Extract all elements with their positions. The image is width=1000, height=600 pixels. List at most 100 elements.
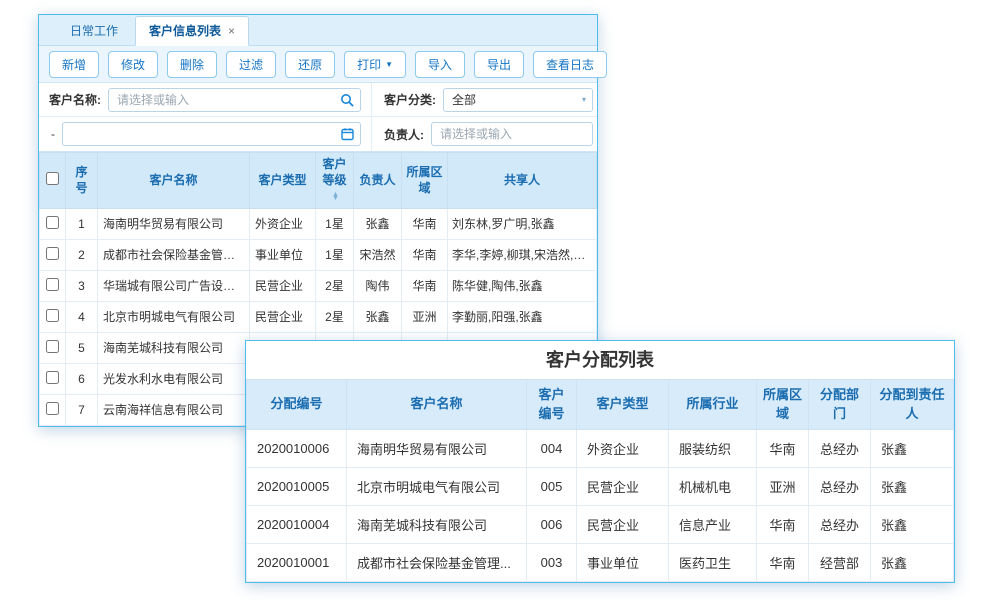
table-row[interactable]: 2 成都市社会保险基金管理... 事业单位 1星 宋浩然 华南 李华,李婷,柳琪… bbox=[40, 239, 597, 270]
header-region[interactable]: 所属区域 bbox=[402, 153, 448, 209]
cell-customer-type: 外资企业 bbox=[577, 430, 669, 468]
table-row[interactable]: 2020010004 海南芜城科技有限公司 006 民营企业 信息产业 华南 总… bbox=[247, 506, 954, 544]
cell-customer-name[interactable]: 海南芜城科技有限公司 bbox=[347, 506, 527, 544]
cell-customer-name[interactable]: 成都市社会保险基金管理... bbox=[347, 544, 527, 582]
chevron-down-icon: ▾ bbox=[582, 95, 586, 104]
header-region[interactable]: 所属区域 bbox=[757, 380, 809, 430]
cell-owner[interactable]: 张鑫 bbox=[354, 301, 402, 332]
row-checkbox[interactable] bbox=[46, 216, 59, 229]
cell-owner[interactable]: 张鑫 bbox=[354, 208, 402, 239]
cell-customer-type: 民营企业 bbox=[250, 270, 316, 301]
filter-button[interactable]: 过滤 bbox=[226, 51, 276, 78]
cell-customer-name[interactable]: 海南明华贸易有限公司 bbox=[347, 430, 527, 468]
select-all-checkbox[interactable] bbox=[46, 172, 59, 185]
table-row[interactable]: 4 北京市明城电气有限公司 民营企业 2星 张鑫 亚洲 李勤丽,阳强,张鑫 bbox=[40, 301, 597, 332]
header-customer-name[interactable]: 客户名称 bbox=[98, 153, 250, 209]
cell-customer-type: 民营企业 bbox=[250, 301, 316, 332]
date-input-wrap bbox=[62, 122, 361, 146]
row-checkbox[interactable] bbox=[46, 247, 59, 260]
header-industry[interactable]: 所属行业 bbox=[669, 380, 757, 430]
view-log-button[interactable]: 查看日志 bbox=[533, 51, 607, 78]
header-customer-name[interactable]: 客户名称 bbox=[347, 380, 527, 430]
table-row[interactable]: 3 华瑞城有限公司广告设计部 民营企业 2星 陶伟 华南 陈华健,陶伟,张鑫 bbox=[40, 270, 597, 301]
cell-customer-name[interactable]: 北京市明城电气有限公司 bbox=[347, 468, 527, 506]
search-icon[interactable] bbox=[340, 93, 354, 107]
cell-owner[interactable]: 陶伟 bbox=[354, 270, 402, 301]
cell-region: 亚洲 bbox=[757, 468, 809, 506]
header-customer-no[interactable]: 客户编号 bbox=[527, 380, 577, 430]
header-shared[interactable]: 共享人 bbox=[448, 153, 597, 209]
cell-alloc-no[interactable]: 2020010001 bbox=[247, 544, 347, 582]
table-header-row: 分配编号 客户名称 客户编号 客户类型 所属行业 所属区域 分配部门 分配到责任… bbox=[247, 380, 954, 430]
header-owner[interactable]: 负责人 bbox=[354, 153, 402, 209]
row-checkbox[interactable] bbox=[46, 371, 59, 384]
header-customer-level[interactable]: 客户等级 ▲▼ bbox=[316, 153, 354, 209]
customer-name-label: 客户名称: bbox=[49, 91, 101, 108]
cell-customer-level: 2星 bbox=[316, 270, 354, 301]
add-button[interactable]: 新增 bbox=[49, 51, 99, 78]
header-customer-type[interactable]: 客户类型 bbox=[577, 380, 669, 430]
cell-assignee[interactable]: 张鑫 bbox=[871, 506, 954, 544]
header-customer-type[interactable]: 客户类型 bbox=[250, 153, 316, 209]
cell-seq: 1 bbox=[66, 208, 98, 239]
tab-bar: 日常工作 客户信息列表 × bbox=[39, 15, 597, 46]
table-row[interactable]: 2020010006 海南明华贸易有限公司 004 外资企业 服装纺织 华南 总… bbox=[247, 430, 954, 468]
print-button[interactable]: 打印 ▼ bbox=[344, 51, 406, 78]
cell-customer-name[interactable]: 云南海祥信息有限公司 bbox=[98, 394, 250, 425]
row-checkbox[interactable] bbox=[46, 402, 59, 415]
cell-assignee[interactable]: 张鑫 bbox=[871, 430, 954, 468]
customer-name-input[interactable] bbox=[117, 93, 334, 107]
row-checkbox[interactable] bbox=[46, 340, 59, 353]
cell-alloc-no[interactable]: 2020010006 bbox=[247, 430, 347, 468]
tab-label: 日常工作 bbox=[70, 24, 118, 38]
header-dept[interactable]: 分配部门 bbox=[809, 380, 871, 430]
cell-shared: 李勤丽,阳强,张鑫 bbox=[448, 301, 597, 332]
export-button[interactable]: 导出 bbox=[474, 51, 524, 78]
cell-customer-name[interactable]: 光发水利水电有限公司 bbox=[98, 363, 250, 394]
calendar-icon[interactable] bbox=[341, 128, 354, 141]
header-alloc-no[interactable]: 分配编号 bbox=[247, 380, 347, 430]
delete-button[interactable]: 删除 bbox=[167, 51, 217, 78]
cell-assignee[interactable]: 张鑫 bbox=[871, 468, 954, 506]
header-seq[interactable]: 序号 bbox=[66, 153, 98, 209]
cell-industry: 服装纺织 bbox=[669, 430, 757, 468]
sort-icon[interactable]: ▲▼ bbox=[332, 193, 339, 201]
import-button[interactable]: 导入 bbox=[415, 51, 465, 78]
header-assignee[interactable]: 分配到责任人 bbox=[871, 380, 954, 430]
customer-allocation-panel: 客户分配列表 分配编号 客户名称 客户编号 客户类型 所属行业 所属区域 分配部… bbox=[245, 340, 955, 583]
cell-customer-level: 2星 bbox=[316, 301, 354, 332]
cell-shared: 李华,李婷,柳琪,宋浩然,张鑫 bbox=[448, 239, 597, 270]
cell-customer-type: 事业单位 bbox=[577, 544, 669, 582]
cell-customer-name[interactable]: 海南明华贸易有限公司 bbox=[98, 208, 250, 239]
tab-customer-info-list[interactable]: 客户信息列表 × bbox=[135, 16, 249, 46]
table-row[interactable]: 2020010005 北京市明城电气有限公司 005 民营企业 机械机电 亚洲 … bbox=[247, 468, 954, 506]
cell-seq: 7 bbox=[66, 394, 98, 425]
modify-button[interactable]: 修改 bbox=[108, 51, 158, 78]
owner-input[interactable] bbox=[440, 127, 566, 141]
toolbar: 新增 修改 删除 过滤 还原 打印 ▼ 导入 导出 查看日志 bbox=[39, 46, 597, 83]
cell-alloc-no[interactable]: 2020010005 bbox=[247, 468, 347, 506]
cell-region: 华南 bbox=[402, 270, 448, 301]
cell-customer-type: 事业单位 bbox=[250, 239, 316, 270]
cell-customer-name[interactable]: 成都市社会保险基金管理... bbox=[98, 239, 250, 270]
filter-area: 客户名称: 客户分类: 全部 ▾ bbox=[39, 83, 597, 152]
cell-customer-name[interactable]: 海南芜城科技有限公司 bbox=[98, 332, 250, 363]
cell-assignee[interactable]: 张鑫 bbox=[871, 544, 954, 582]
row-checkbox[interactable] bbox=[46, 278, 59, 291]
cell-customer-name[interactable]: 华瑞城有限公司广告设计部 bbox=[98, 270, 250, 301]
tab-daily-work[interactable]: 日常工作 bbox=[57, 17, 131, 45]
restore-button[interactable]: 还原 bbox=[285, 51, 335, 78]
cell-customer-name[interactable]: 北京市明城电气有限公司 bbox=[98, 301, 250, 332]
table-row[interactable]: 2020010001 成都市社会保险基金管理... 003 事业单位 医药卫生 … bbox=[247, 544, 954, 582]
date-input[interactable] bbox=[71, 127, 334, 141]
row-checkbox[interactable] bbox=[46, 309, 59, 322]
cell-alloc-no[interactable]: 2020010004 bbox=[247, 506, 347, 544]
filter-row-2: - 负责人: bbox=[39, 117, 597, 151]
allocation-table: 分配编号 客户名称 客户编号 客户类型 所属行业 所属区域 分配部门 分配到责任… bbox=[246, 379, 954, 582]
table-row[interactable]: 1 海南明华贸易有限公司 外资企业 1星 张鑫 华南 刘东林,罗广明,张鑫 bbox=[40, 208, 597, 239]
close-tab-icon[interactable]: × bbox=[228, 25, 235, 37]
cell-owner[interactable]: 宋浩然 bbox=[354, 239, 402, 270]
category-select[interactable]: 全部 ▾ bbox=[443, 88, 593, 112]
header-label: 客户等级 bbox=[322, 157, 346, 187]
date-range-separator: - bbox=[49, 127, 55, 141]
